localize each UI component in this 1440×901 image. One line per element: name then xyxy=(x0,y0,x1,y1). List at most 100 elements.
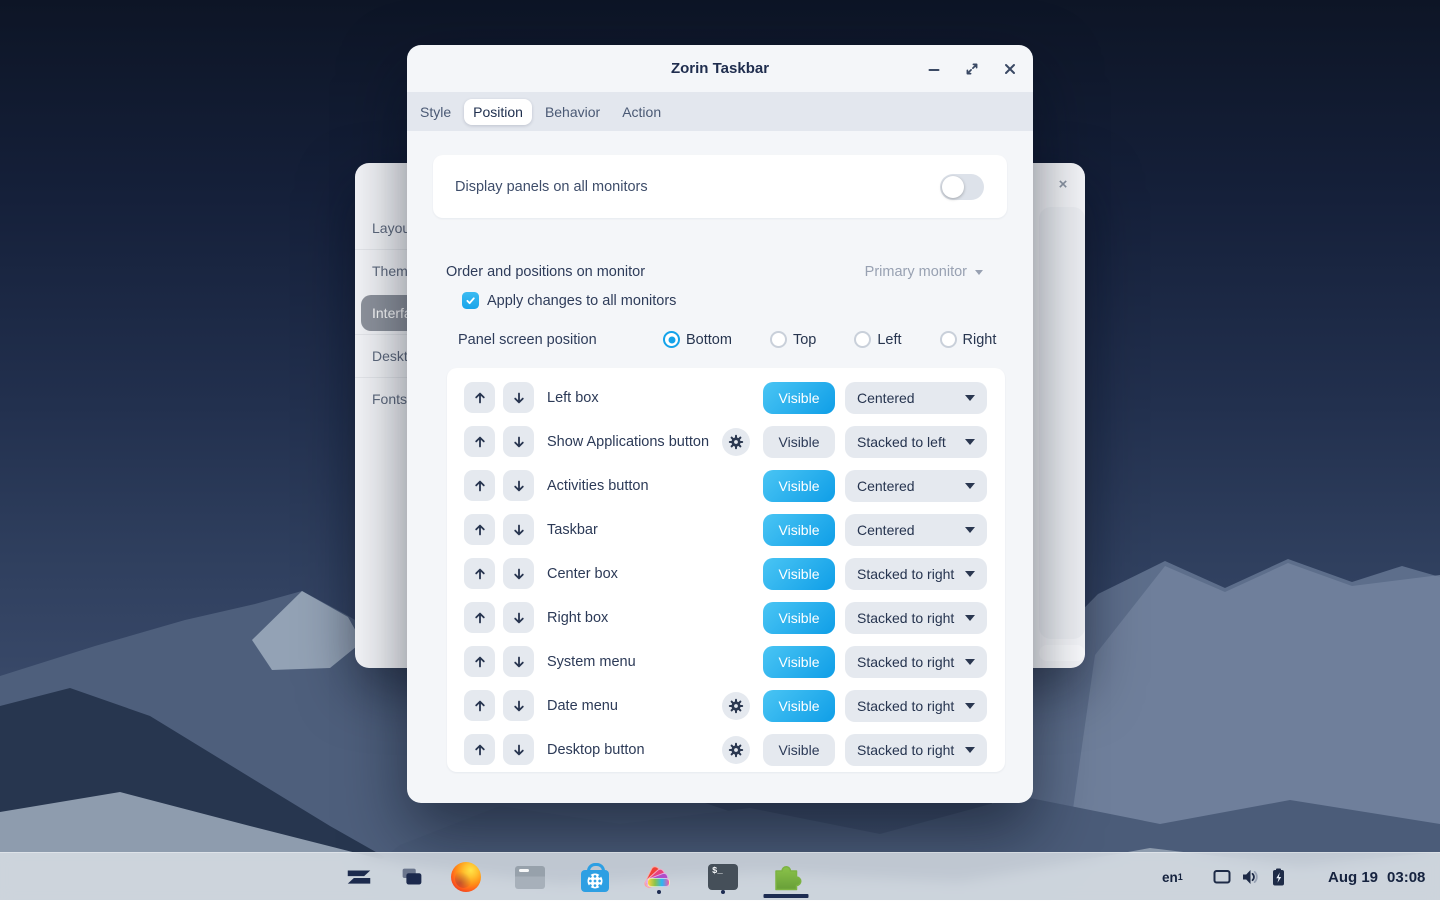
move-up-button[interactable] xyxy=(464,514,495,545)
move-down-button[interactable] xyxy=(503,734,534,765)
panel-element-label: Activities button xyxy=(547,464,649,508)
visible-toggle-button[interactable]: Visible xyxy=(763,426,835,458)
arrow-up-icon xyxy=(473,523,487,537)
terminal-icon: $_ xyxy=(708,864,738,890)
radio-bottom[interactable]: Bottom xyxy=(663,331,732,348)
volume-icon[interactable] xyxy=(1240,853,1260,901)
move-down-button[interactable] xyxy=(503,426,534,457)
apply-changes-label: Apply changes to all monitors xyxy=(487,293,676,309)
tab-label: Behavior xyxy=(545,104,600,120)
radio-right[interactable]: Right xyxy=(940,331,997,348)
close-icon[interactable] xyxy=(999,58,1021,80)
apply-changes-checkbox[interactable] xyxy=(462,292,479,309)
visible-toggle-button[interactable]: Visible xyxy=(763,382,835,414)
taskbar-app-zorin-appearance[interactable] xyxy=(643,861,675,893)
position-dropdown-value: Centered xyxy=(857,478,915,494)
settings-gear-button[interactable] xyxy=(722,692,750,720)
arrow-up-icon xyxy=(473,699,487,713)
move-down-button[interactable] xyxy=(503,646,534,677)
radio-icon xyxy=(663,331,680,348)
display-icon[interactable] xyxy=(1212,853,1232,901)
arrow-up-icon xyxy=(473,743,487,757)
panel-element-row: Desktop button Visible Stacked to right xyxy=(447,728,1005,772)
move-up-button[interactable] xyxy=(464,382,495,413)
tab-style[interactable]: Style xyxy=(411,99,460,125)
taskbar-app-firefox[interactable] xyxy=(450,861,482,893)
position-dropdown[interactable]: Centered xyxy=(845,470,987,502)
visible-toggle-button[interactable]: Visible xyxy=(763,470,835,502)
visible-toggle-button[interactable]: Visible xyxy=(763,734,835,766)
move-down-button[interactable] xyxy=(503,558,534,589)
maximize-icon[interactable] xyxy=(961,58,983,80)
arrow-up-icon xyxy=(473,479,487,493)
taskbar-app-gnome-extensions[interactable] xyxy=(770,861,802,893)
arrow-down-icon xyxy=(512,743,526,757)
panel-element-label: Right box xyxy=(547,596,608,640)
move-down-button[interactable] xyxy=(503,514,534,545)
position-dropdown[interactable]: Centered xyxy=(845,514,987,546)
visible-toggle-button[interactable]: Visible xyxy=(763,646,835,678)
move-down-button[interactable] xyxy=(503,382,534,413)
move-up-button[interactable] xyxy=(464,646,495,677)
move-down-button[interactable] xyxy=(503,470,534,501)
appearance-color-fan-icon xyxy=(643,861,675,893)
visible-toggle-button[interactable]: Visible xyxy=(763,690,835,722)
taskbar-app-terminal[interactable]: $_ xyxy=(707,861,739,893)
arrow-down-icon xyxy=(512,611,526,625)
position-dropdown[interactable]: Stacked to right xyxy=(845,646,987,678)
radio-left[interactable]: Left xyxy=(854,331,901,348)
position-dropdown-value: Centered xyxy=(857,390,915,406)
arrow-down-icon xyxy=(512,655,526,669)
settings-card-edge xyxy=(1039,207,1085,639)
move-up-button[interactable] xyxy=(464,558,495,589)
radio-top[interactable]: Top xyxy=(770,331,816,348)
position-dropdown[interactable]: Stacked to right xyxy=(845,690,987,722)
panel-element-row: Date menu Visible Stacked to right xyxy=(447,684,1005,728)
move-up-button[interactable] xyxy=(464,426,495,457)
move-down-button[interactable] xyxy=(503,602,534,633)
battery-charging-icon[interactable] xyxy=(1268,853,1288,901)
move-down-button[interactable] xyxy=(503,690,534,721)
clock[interactable]: Aug 19 03:08 xyxy=(1328,853,1425,901)
tab-action[interactable]: Action xyxy=(613,99,670,125)
display-panels-toggle[interactable] xyxy=(940,174,984,200)
position-dropdown[interactable]: Centered xyxy=(845,382,987,414)
minimize-icon[interactable] xyxy=(923,58,945,80)
visible-toggle-button[interactable]: Visible xyxy=(763,602,835,634)
taskbar-app-zorin-menu[interactable] xyxy=(343,861,375,893)
monitor-dropdown[interactable]: Primary monitor xyxy=(865,264,983,280)
move-up-button[interactable] xyxy=(464,690,495,721)
position-dropdown[interactable]: Stacked to right xyxy=(845,558,987,590)
taskbar-app-files[interactable] xyxy=(514,861,546,893)
chevron-down-icon xyxy=(965,395,975,401)
display-panels-label: Display panels on all monitors xyxy=(455,179,648,195)
firefox-icon xyxy=(451,862,481,892)
tab-position[interactable]: Position xyxy=(464,99,532,125)
apply-changes-row[interactable]: Apply changes to all monitors xyxy=(462,292,676,309)
chevron-down-icon xyxy=(965,483,975,489)
tab-label: Position xyxy=(473,104,523,120)
position-dropdown[interactable]: Stacked to left xyxy=(845,426,987,458)
taskbar-app-workspace-switcher[interactable] xyxy=(396,861,428,893)
visible-toggle-button[interactable]: Visible xyxy=(763,514,835,546)
move-up-button[interactable] xyxy=(464,602,495,633)
chevron-down-icon xyxy=(975,270,983,275)
move-up-button[interactable] xyxy=(464,470,495,501)
visible-toggle-button[interactable]: Visible xyxy=(763,558,835,590)
panel-position-options: Bottom Top Left Right xyxy=(663,331,996,348)
panel-position-row: Panel screen position Bottom Top Left Ri… xyxy=(458,331,998,349)
position-dropdown[interactable]: Stacked to right xyxy=(845,602,987,634)
dialog-title: Zorin Taskbar xyxy=(671,60,769,77)
close-icon[interactable]: × xyxy=(1052,173,1074,195)
taskbar-app-software-store[interactable] xyxy=(579,861,611,893)
tab-behavior[interactable]: Behavior xyxy=(536,99,609,125)
settings-gear-button[interactable] xyxy=(722,736,750,764)
language-indicator[interactable]: en1 xyxy=(1162,853,1183,901)
position-dropdown[interactable]: Stacked to right xyxy=(845,734,987,766)
zorin-taskbar-dialog: Zorin Taskbar Style Position Behavior Actio… xyxy=(407,45,1033,803)
panel-element-label: Date menu xyxy=(547,684,618,728)
move-up-button[interactable] xyxy=(464,734,495,765)
radio-icon xyxy=(770,331,787,348)
dialog-titlebar[interactable]: Zorin Taskbar xyxy=(407,45,1033,92)
settings-gear-button[interactable] xyxy=(722,428,750,456)
